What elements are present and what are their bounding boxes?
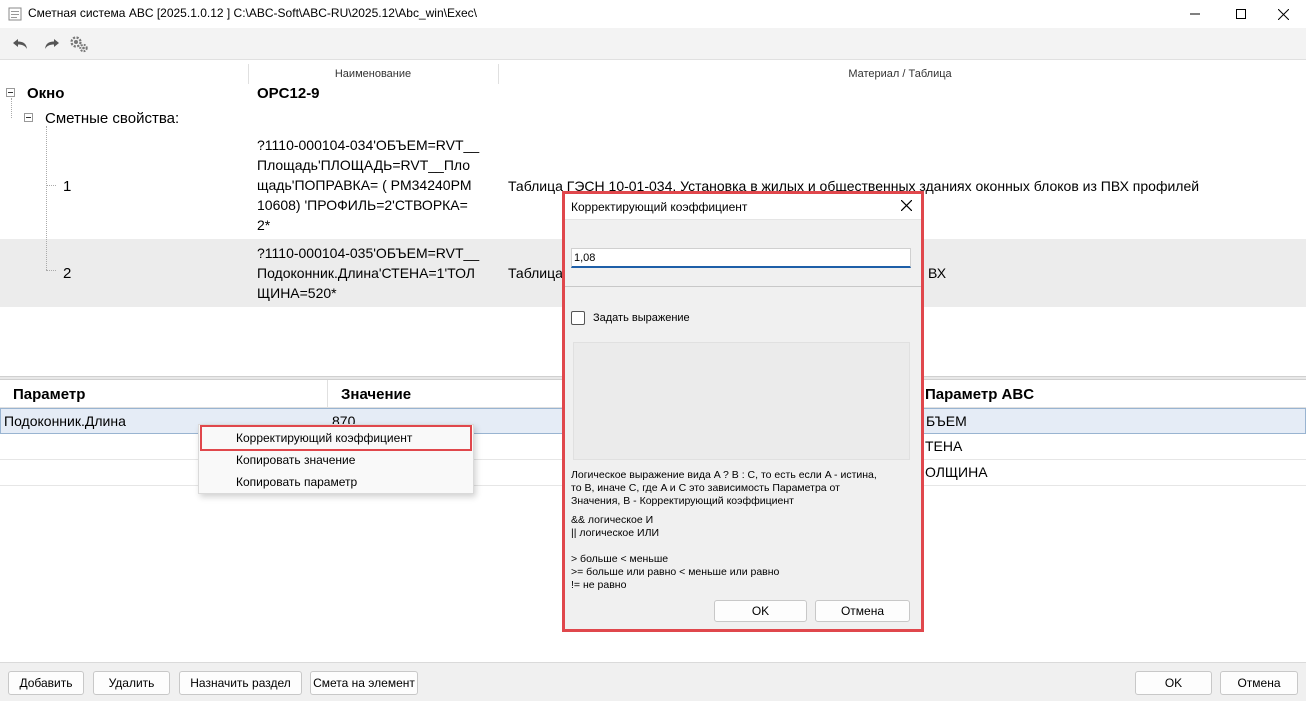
tree-row-formula: ?1110-000104-034'ОБЪЕМ=RVT__ Площадь'ПЛО… <box>257 137 480 233</box>
add-button[interactable]: Добавить <box>8 671 84 695</box>
menu-item-copy-param[interactable]: Копировать параметр <box>236 475 357 489</box>
close-icon <box>1277 8 1289 20</box>
redo-icon[interactable] <box>41 34 63 54</box>
expression-checkbox-label[interactable]: Задать выражение <box>593 312 690 324</box>
maximize-icon <box>1236 9 1246 19</box>
correction-factor-dialog: Корректирующий коэффициент 1,08 Задать в… <box>565 194 921 629</box>
tree-row-index[interactable]: 1 <box>63 178 71 195</box>
tree-row-formula: ?1110-000104-035'ОБЪЕМ=RVT__ Подоконник.… <box>257 245 480 301</box>
expression-textarea[interactable] <box>573 342 910 460</box>
tree-root-label[interactable]: Окно <box>27 85 64 102</box>
dialog-divider <box>565 286 921 287</box>
title-bar: Сметная система ABC [2025.1.0.12 ] C:\AB… <box>0 0 1306 28</box>
dialog-title: Корректирующий коэффициент <box>571 200 748 214</box>
cancel-button[interactable]: Отмена <box>1220 671 1298 695</box>
dialog-ok-button[interactable]: OK <box>714 600 807 622</box>
help-compare: > больше < меньше >= больше или равно < … <box>571 553 780 591</box>
header-param[interactable]: Параметр <box>13 386 85 403</box>
toolbar <box>0 28 1306 60</box>
header-name[interactable]: Наименование <box>248 64 498 84</box>
assign-section-button[interactable]: Назначить раздел <box>179 671 302 695</box>
app-icon <box>8 7 22 21</box>
collapse-icon[interactable] <box>6 88 15 97</box>
header-value[interactable]: Значение <box>341 386 411 403</box>
abc-cell: ОЛЩИНА <box>925 464 988 480</box>
bottom-bar: Добавить Удалить Назначить раздел Смета … <box>0 662 1306 701</box>
abc-cell: БЪЕМ <box>926 413 967 429</box>
minimize-button[interactable] <box>1172 0 1218 28</box>
tree-group-label[interactable]: Сметные свойства: <box>45 110 179 127</box>
window-title: Сметная система ABC [2025.1.0.12 ] C:\AB… <box>28 6 477 20</box>
menu-item-copy-value[interactable]: Копировать значение <box>236 453 355 467</box>
tree-root-name: OPC12-9 <box>257 85 320 102</box>
minimize-icon <box>1190 9 1200 19</box>
abc-cell: ТЕНА <box>925 438 963 454</box>
collapse-icon[interactable] <box>24 113 33 122</box>
maximize-button[interactable] <box>1218 0 1264 28</box>
header-abc[interactable]: Параметр ABC <box>925 386 1034 403</box>
help-logic: && логическое И || логическое ИЛИ <box>571 514 660 539</box>
dialog-close-button[interactable] <box>897 198 915 216</box>
estimate-element-button[interactable]: Смета на элемент <box>310 671 418 695</box>
gears-icon[interactable] <box>68 34 90 54</box>
dialog-cancel-button[interactable]: Отмена <box>815 600 910 622</box>
close-button[interactable] <box>1260 0 1306 28</box>
tree-row-index[interactable]: 2 <box>63 265 71 282</box>
tree-header: Наименование Материал / Таблица <box>0 64 1306 84</box>
header-material[interactable]: Материал / Таблица <box>498 64 1302 84</box>
help-text: Логическое выражение вида A ? B : C, то … <box>571 469 877 507</box>
ok-button[interactable]: OK <box>1135 671 1212 695</box>
delete-button[interactable]: Удалить <box>93 671 170 695</box>
menu-highlight-frame <box>200 425 472 451</box>
coefficient-input[interactable]: 1,08 <box>571 248 911 268</box>
undo-icon[interactable] <box>9 34 31 54</box>
tree-row-material-tail: ВХ <box>928 265 947 281</box>
dialog-title-bar: Корректирующий коэффициент <box>565 194 921 220</box>
expression-checkbox[interactable] <box>571 311 585 325</box>
param-cell: Подоконник.Длина <box>4 413 126 429</box>
tree-row-material: Таблица <box>508 265 563 281</box>
close-icon <box>900 199 912 214</box>
